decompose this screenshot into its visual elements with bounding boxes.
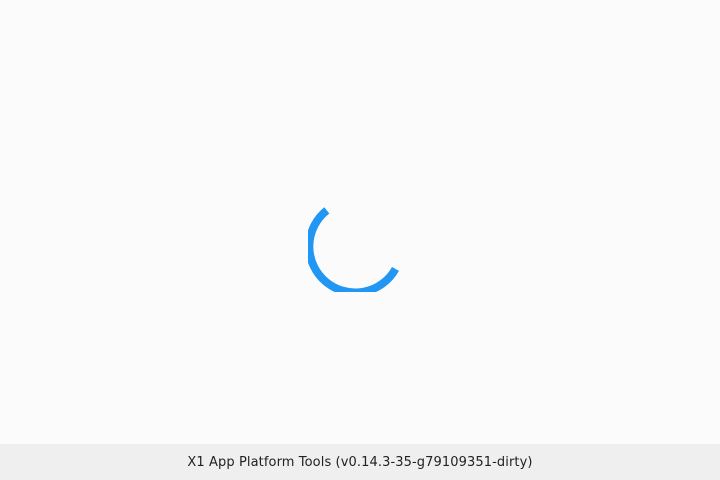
loading-spinner-icon xyxy=(308,207,399,292)
status-footer: X1 App Platform Tools (v0.14.3-35-g79109… xyxy=(0,444,720,480)
app-window: X1 App Platform Tools (v0.14.3-35-g79109… xyxy=(0,0,720,480)
version-label: X1 App Platform Tools (v0.14.3-35-g79109… xyxy=(187,454,533,470)
main-content xyxy=(0,0,720,444)
